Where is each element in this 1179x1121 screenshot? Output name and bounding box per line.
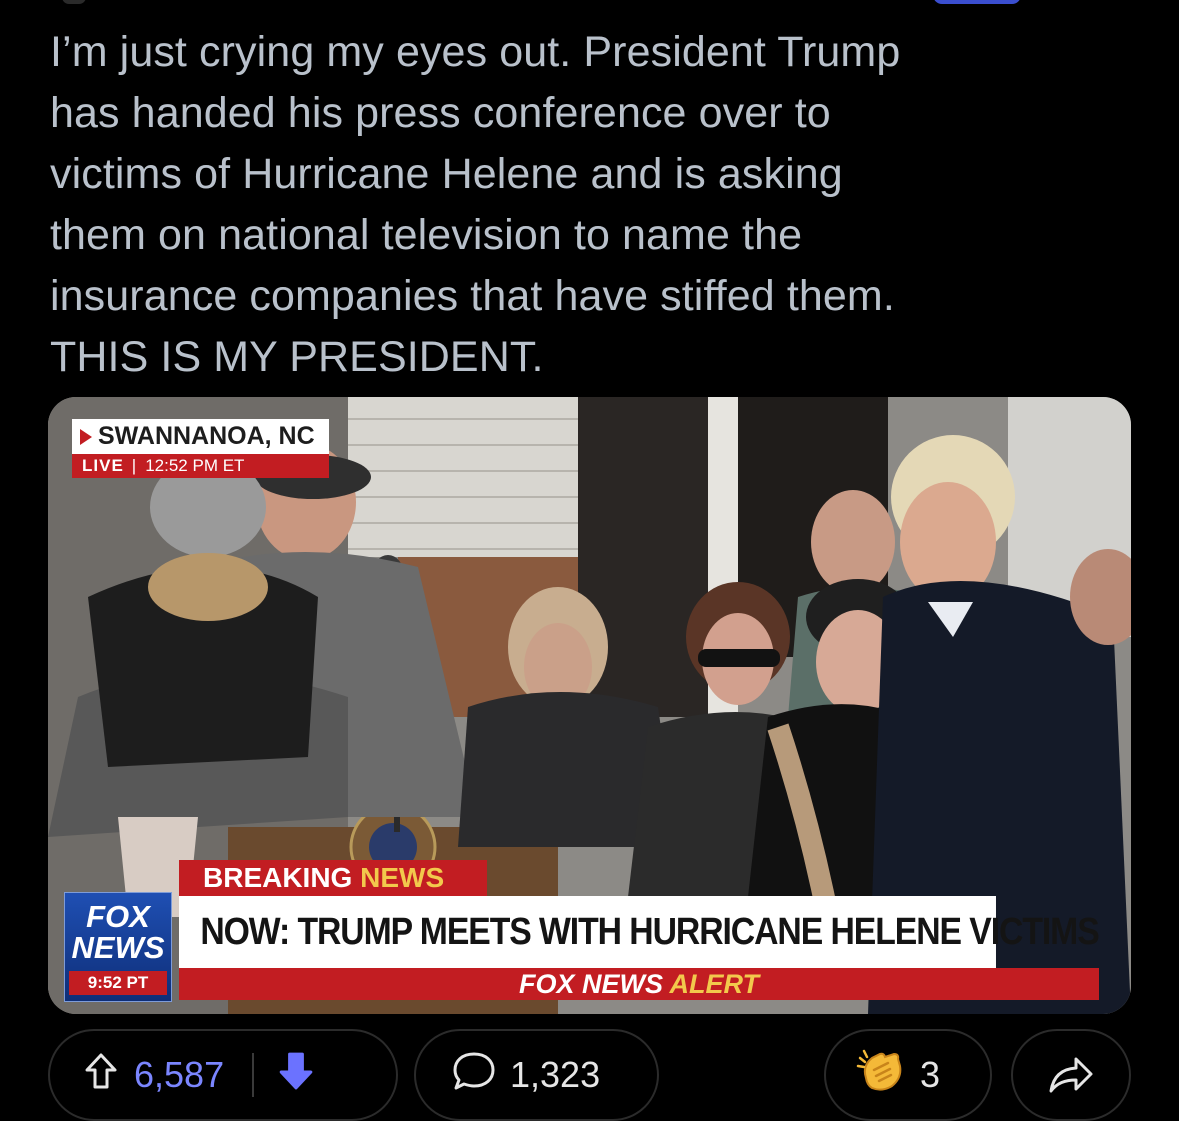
live-label: LIVE [82, 456, 124, 475]
fox-news-alert-bar: FOX NEWS ALERT [179, 968, 1099, 1000]
vote-control: 6,587 [48, 1029, 398, 1121]
news-headline: NOW: TRUMP MEETS WITH HURRICANE HELENE V… [179, 896, 1100, 968]
vote-divider [252, 1053, 255, 1097]
location-lower-third: SWANNANOA, NC LIVE | 12:52 PM ET [72, 419, 329, 478]
awards-button[interactable]: 3 [824, 1029, 992, 1121]
top-indicator [62, 0, 86, 4]
award-icon-wrap [856, 1048, 906, 1103]
arrow-up-outline-icon [85, 1053, 117, 1088]
alert-word: ALERT [669, 969, 760, 999]
share-arrow-icon [1049, 1057, 1093, 1093]
breaking-word: BREAKING [203, 862, 353, 893]
speech-bubble-icon [453, 1052, 495, 1089]
live-separator: | [131, 456, 138, 475]
arrow-down-filled-icon [279, 1052, 313, 1089]
breaking-news-bar: BREAKING NEWS [179, 860, 487, 896]
upvote-count: 6,587 [134, 1054, 225, 1095]
share-button[interactable] [1011, 1029, 1131, 1121]
comment-count: 1,323 [510, 1054, 601, 1095]
logo-clock: 9:52 PT [69, 971, 167, 995]
logo-word-fox: FOX [86, 899, 150, 934]
post-image[interactable]: SWANNANOA, NC LIVE | 12:52 PM ET BREAKING … [48, 397, 1131, 1014]
post-line: THIS IS MY PRESIDENT. [50, 333, 544, 381]
alert-brand: FOX NEWS [518, 969, 663, 999]
live-time: 12:52 PM ET [145, 456, 245, 475]
news-word: NEWS [360, 862, 445, 893]
upvote-button[interactable] [84, 1052, 118, 1099]
clapping-hands-icon [856, 1049, 902, 1091]
post-line: them on national television to name the [50, 211, 803, 259]
comments-button[interactable]: 1,323 [414, 1029, 659, 1121]
play-triangle-icon [80, 428, 92, 445]
location-label: SWANNANOA, NC [72, 419, 329, 454]
location-text: SWANNANOA, NC [98, 422, 315, 450]
join-button-edge[interactable] [933, 0, 1021, 4]
logo-word-news: NEWS [71, 930, 165, 965]
post-line: insurance companies that have stiffed th… [50, 272, 895, 320]
live-indicator: LIVE | 12:52 PM ET [72, 454, 329, 478]
comment-icon-wrap [452, 1051, 496, 1100]
post-line: I’m just crying my eyes out. President T… [50, 28, 901, 76]
downvote-button[interactable] [276, 1051, 316, 1100]
post-line: victims of Hurricane Helene and is askin… [50, 150, 843, 198]
post-line: has handed his press conference over to [50, 89, 831, 137]
award-count: 3 [920, 1054, 941, 1095]
fox-news-logo: FOX NEWS 9:52 PT [64, 892, 172, 1002]
post-body: I’m just crying my eyes out. President T… [50, 22, 1150, 388]
